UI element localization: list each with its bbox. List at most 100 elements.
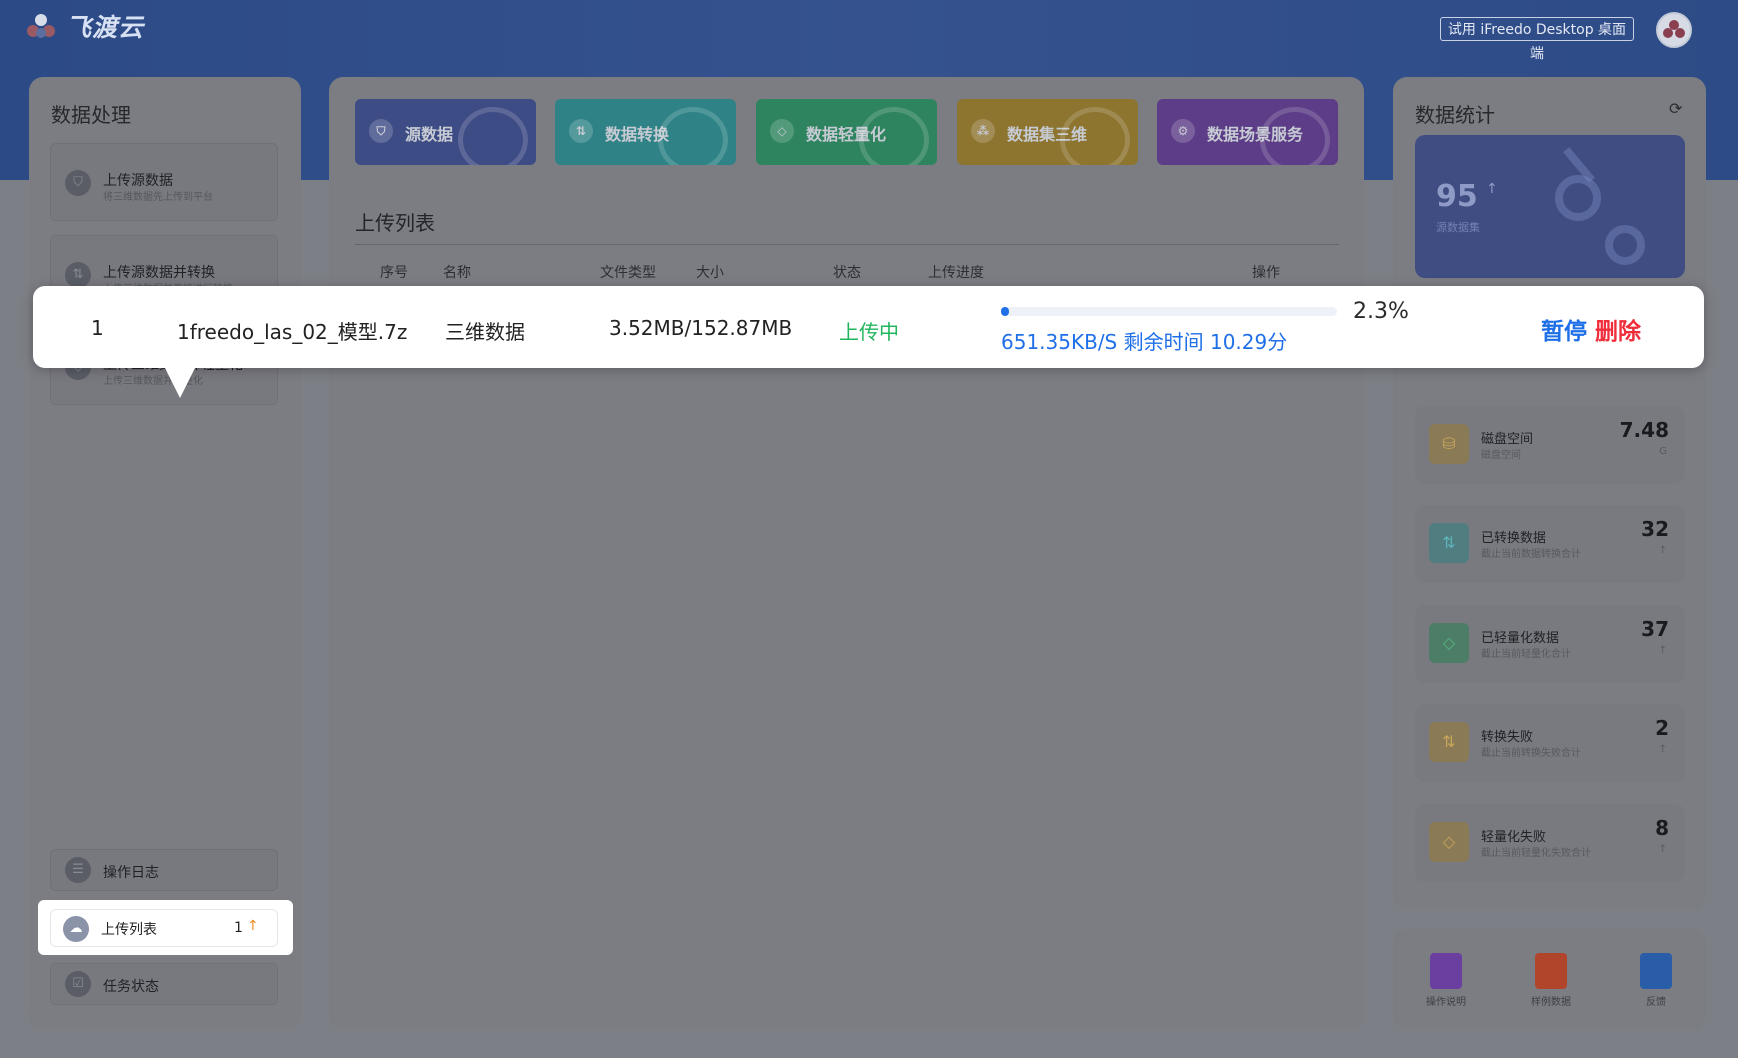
sample-data-icon	[1535, 953, 1567, 989]
upload-cloud-icon: ☁	[63, 916, 89, 942]
upload-shield-icon: ⛉	[65, 170, 91, 196]
stat-lightweight-failed[interactable]: ◇ 轻量化失败 截止当前轻量化失败合计 8 ↑	[1415, 804, 1685, 882]
statistics-panel: 数据统计 ⟳ 95 ↑ 源数据集 ⛁ 磁盘空间 磁盘空间 7.48 G ⇅ 已转…	[1393, 77, 1706, 909]
stat-disk-space[interactable]: ⛁ 磁盘空间 磁盘空间 7.48 G	[1415, 406, 1685, 484]
feedback-link[interactable]: 反馈	[1621, 953, 1691, 1008]
stat-lightweighted[interactable]: ◇ 已轻量化数据 截止当前轻量化合计 37 ↑	[1415, 605, 1685, 683]
tool-scene-service[interactable]: ⚙ 数据场景服务	[1157, 99, 1338, 165]
decor-ring	[1555, 175, 1601, 221]
disk-icon: ⛁	[1429, 424, 1469, 464]
stat-unit: ↑	[1658, 744, 1667, 755]
menu-label: 操作日志	[103, 865, 159, 881]
tool-data-lightweight[interactable]: ◇ 数据轻量化	[756, 99, 937, 165]
menu-task-status[interactable]: ☑ 任务状态	[50, 963, 278, 1005]
col-size: 大小	[696, 265, 724, 281]
menu-label: 上传源数据并转换	[103, 265, 215, 281]
row-size: 3.52MB/152.87MB	[609, 316, 793, 340]
upload-count: 1	[234, 920, 243, 936]
refresh-icon[interactable]: ⟳	[1669, 99, 1682, 118]
stat-title: 磁盘空间	[1481, 432, 1534, 447]
lightweight-icon: ◇	[770, 119, 794, 143]
upload-list-title: 上传列表	[355, 211, 435, 235]
decor-icon	[658, 107, 728, 165]
row-type: 三维数据	[445, 320, 525, 344]
col-status: 状态	[833, 265, 861, 281]
decor-icon	[1060, 107, 1130, 165]
upload-progress-bar	[1001, 307, 1337, 316]
stat-source-datasets[interactable]: 95 ↑ 源数据集	[1415, 135, 1685, 278]
stat-value: 37	[1641, 617, 1669, 641]
sample-data-link[interactable]: 样例数据	[1516, 953, 1586, 1008]
operation-guide-link[interactable]: 操作说明	[1411, 953, 1481, 1008]
stat-sub: 截止当前数据转换合计	[1481, 549, 1581, 560]
col-type: 文件类型	[600, 265, 656, 281]
upload-list-panel: ⛉ 源数据 ⇅ 数据转换 ◇ 数据轻量化 ⁂ 数据集三维 ⚙ 数据场景服务 上传…	[329, 77, 1364, 1029]
stat-converted[interactable]: ⇅ 已转换数据 截止当前数据转换合计 32 ↑	[1415, 505, 1685, 583]
panel-title: 数据处理	[51, 103, 131, 127]
stat-value: 7.48	[1619, 418, 1669, 442]
upload-arrow-icon: ↑	[247, 918, 259, 934]
source-data-icon: ⛉	[369, 119, 393, 143]
panel-title: 数据统计	[1415, 103, 1495, 127]
tool-source-data[interactable]: ⛉ 源数据	[355, 99, 536, 165]
upload-progress-percent: 2.3%	[1353, 299, 1409, 324]
decor-icon	[859, 107, 929, 165]
stat-unit: ↑	[1658, 645, 1667, 656]
col-name: 名称	[443, 265, 471, 281]
col-progress: 上传进度	[928, 265, 984, 281]
app-logo[interactable]: 飞渡云	[24, 8, 144, 44]
menu-upload-source[interactable]: ⛉ 上传源数据 将三维数据先上传到平台	[50, 143, 278, 221]
link-label: 操作说明	[1426, 997, 1466, 1008]
upload-speed: 651.35KB/S 剩余时间 10.29分	[1001, 330, 1288, 354]
stat-sub: 磁盘空间	[1481, 450, 1521, 461]
row-status: 上传中	[839, 320, 899, 344]
upload-list-highlight: ☁ 上传列表 1 ↑	[38, 900, 293, 955]
stat-sub: 截止当前转换失败合计	[1481, 748, 1581, 759]
decor-icon	[458, 107, 528, 165]
guide-icon	[1430, 953, 1462, 989]
user-avatar[interactable]	[1656, 12, 1692, 48]
stat-value: 95	[1436, 179, 1478, 214]
data-processing-panel: 数据处理 ⛉ 上传源数据 将三维数据先上传到平台 ⇅ 上传源数据并转换 上传三维…	[29, 77, 301, 1029]
menu-label: 上传源数据	[103, 173, 173, 189]
tool-data-convert[interactable]: ⇅ 数据转换	[555, 99, 736, 165]
stat-title: 轻量化失败	[1481, 830, 1547, 845]
avatar-icon	[1663, 20, 1685, 38]
menu-operation-log[interactable]: ☰ 操作日志	[50, 849, 278, 891]
app-name: 飞渡云	[66, 13, 145, 42]
tooltip-pointer	[165, 368, 195, 398]
stat-sub: 截止当前轻量化失败合计	[1481, 848, 1591, 859]
stat-convert-failed[interactable]: ⇅ 转换失败 截止当前转换失败合计 2 ↑	[1415, 704, 1685, 782]
link-label: 反馈	[1646, 997, 1666, 1008]
stat-unit: ↑	[1658, 844, 1667, 855]
col-actions: 操作	[1252, 265, 1280, 281]
stat-title: 转换失败	[1481, 730, 1534, 745]
row-name: 1freedo_las_02_模型.7z	[177, 320, 408, 344]
logo-icon	[27, 14, 55, 38]
decor-ring	[1605, 225, 1645, 265]
stat-unit: ↑	[1658, 545, 1667, 556]
task-icon: ☑	[65, 971, 91, 997]
stat-label: 源数据集	[1436, 221, 1480, 234]
upload-convert-icon: ⇅	[65, 262, 91, 288]
stat-value: 2	[1655, 716, 1669, 740]
tool-dataset-3d[interactable]: ⁂ 数据集三维	[957, 99, 1138, 165]
menu-label: 上传列表	[101, 922, 157, 938]
stat-value: 32	[1641, 517, 1669, 541]
stat-value: 8	[1655, 816, 1669, 840]
row-index: 1	[91, 316, 104, 340]
delete-button[interactable]: 删除	[1595, 312, 1641, 346]
try-desktop-button[interactable]: 试用 iFreedo Desktop 桌面端	[1440, 17, 1634, 62]
link-label: 样例数据	[1531, 997, 1571, 1008]
stat-title: 已轻量化数据	[1481, 631, 1560, 646]
menu-upload-list[interactable]: ☁ 上传列表 1 ↑	[50, 909, 278, 947]
upload-progress-fill	[1001, 307, 1010, 316]
stat-sub: 截止当前轻量化合计	[1481, 649, 1571, 660]
upload-row: 1 1freedo_las_02_模型.7z 三维数据 3.52MB/152.8…	[33, 286, 1704, 368]
pause-button[interactable]: 暂停	[1541, 312, 1587, 346]
tool-label: 源数据	[405, 125, 454, 144]
stat-unit: G	[1659, 446, 1667, 457]
log-icon: ☰	[65, 857, 91, 883]
convert-fail-icon: ⇅	[1429, 722, 1469, 762]
help-links-panel: 操作说明 样例数据 反馈	[1393, 929, 1706, 1029]
